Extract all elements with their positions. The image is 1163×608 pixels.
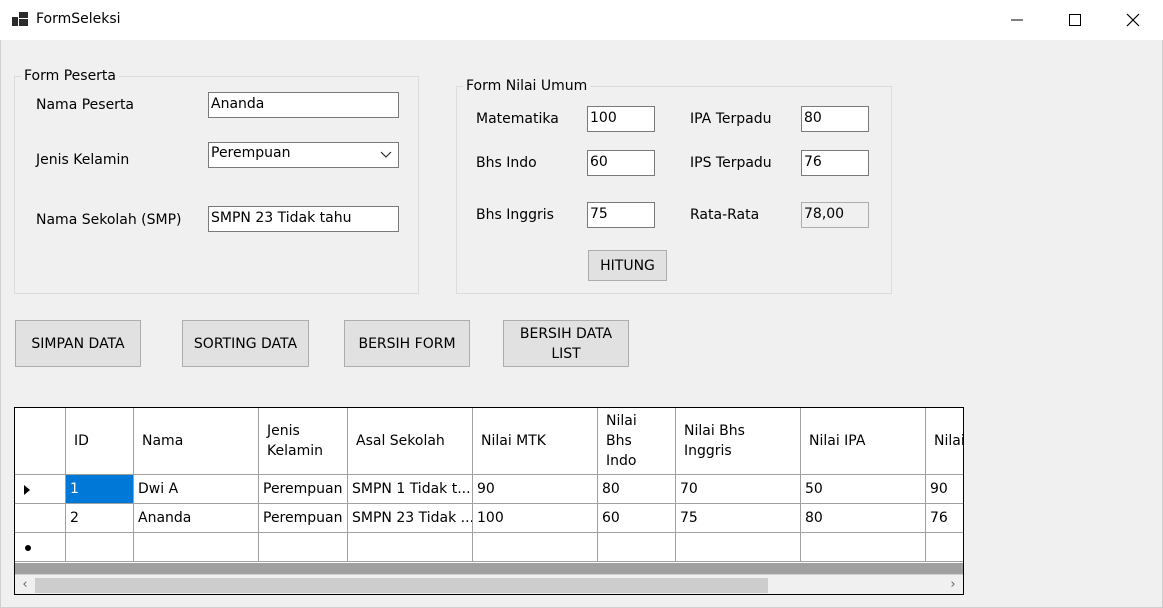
jenis-kelamin-value: Perempuan: [211, 145, 291, 161]
new-row-icon: [25, 545, 31, 551]
table-cell[interactable]: 80: [598, 475, 676, 504]
table-cell[interactable]: 75: [676, 504, 801, 533]
table-cell[interactable]: [801, 533, 926, 562]
bhs-indo-label: Bhs Indo: [476, 155, 537, 171]
matematika-label: Matematika: [476, 111, 559, 127]
table-cell[interactable]: [676, 533, 801, 562]
ips-terpadu-label: IPS Terpadu: [690, 155, 772, 171]
table-cell[interactable]: Ananda: [134, 504, 259, 533]
table-cell[interactable]: Perempuan: [259, 504, 348, 533]
bhs-inggris-input[interactable]: 75: [587, 202, 655, 228]
bhs-inggris-label: Bhs Inggris: [476, 207, 554, 223]
table-cell[interactable]: 90: [926, 475, 963, 504]
minimize-icon: [1011, 19, 1023, 21]
ips-terpadu-input[interactable]: 76: [801, 150, 869, 176]
table-cell[interactable]: 90: [473, 475, 598, 504]
data-grid[interactable]: ID Nama Jenis Kelamin Asal Sekolah Nilai…: [14, 407, 964, 595]
grid-corner-header: [15, 408, 66, 475]
bersih-form-button[interactable]: BERSIH FORM: [344, 320, 470, 367]
column-header-nama[interactable]: Nama: [134, 408, 259, 475]
column-header-nilai-ips[interactable]: Nilai: [926, 408, 963, 475]
chevron-down-icon: [380, 151, 392, 158]
scrollbar-thumb[interactable]: [35, 578, 768, 593]
column-header-nilai-bhs-inggris[interactable]: Nilai Bhs Inggris: [676, 408, 801, 475]
table-cell[interactable]: Dwi A: [134, 475, 259, 504]
nama-sekolah-input[interactable]: SMPN 23 Tidak tahu: [208, 206, 399, 232]
minimize-button[interactable]: [988, 0, 1046, 40]
table-cell[interactable]: [259, 533, 348, 562]
app-window-icon: [12, 12, 28, 26]
title-bar: FormSeleksi: [0, 0, 1163, 40]
bhs-indo-input[interactable]: 60: [587, 150, 655, 176]
table-cell[interactable]: 60: [598, 504, 676, 533]
close-icon: [1126, 13, 1140, 27]
table-cell[interactable]: [134, 533, 259, 562]
column-header-nilai-ipa[interactable]: Nilai IPA: [801, 408, 926, 475]
table-cell[interactable]: 2: [66, 504, 134, 533]
close-button[interactable]: [1104, 0, 1162, 40]
ipa-terpadu-input[interactable]: 80: [801, 106, 869, 132]
jenis-kelamin-select[interactable]: Perempuan: [208, 142, 399, 168]
hitung-button[interactable]: HITUNG: [588, 250, 667, 281]
table-cell[interactable]: Perempuan: [259, 475, 348, 504]
column-header-asal-sekolah[interactable]: Asal Sekolah: [348, 408, 473, 475]
nama-peserta-label: Nama Peserta: [36, 97, 135, 113]
table-cell[interactable]: 1: [66, 475, 134, 504]
matematika-input[interactable]: 100: [587, 106, 655, 132]
simpan-data-button[interactable]: SIMPAN DATA: [15, 320, 141, 367]
row-header-new[interactable]: [15, 533, 66, 562]
table-cell[interactable]: [926, 533, 963, 562]
nama-sekolah-label: Nama Sekolah (SMP): [36, 212, 182, 228]
nama-peserta-input[interactable]: Ananda: [208, 92, 399, 118]
column-header-id[interactable]: ID: [66, 408, 134, 475]
sorting-data-button[interactable]: SORTING DATA: [182, 320, 309, 367]
table-cell[interactable]: 100: [473, 504, 598, 533]
table-cell[interactable]: [473, 533, 598, 562]
table-cell[interactable]: 50: [801, 475, 926, 504]
table-cell[interactable]: SMPN 23 Tidak ...: [348, 504, 473, 533]
grid-empty-area: [15, 563, 963, 574]
form-client-area: Form Peserta Nama Peserta Ananda Jenis K…: [0, 40, 1163, 608]
table-cell[interactable]: [66, 533, 134, 562]
row-header[interactable]: [15, 504, 66, 533]
chevron-right-icon[interactable]: ›: [945, 577, 961, 593]
ipa-terpadu-label: IPA Terpadu: [690, 111, 772, 127]
horizontal-scrollbar[interactable]: ‹ ›: [15, 574, 963, 594]
table-cell[interactable]: 70: [676, 475, 801, 504]
form-nilai-title: Form Nilai Umum: [463, 78, 591, 94]
window-title: FormSeleksi: [36, 11, 121, 27]
column-header-jenis-kelamin[interactable]: Jenis Kelamin: [259, 408, 348, 475]
table-cell[interactable]: [348, 533, 473, 562]
bersih-data-list-button[interactable]: BERSIH DATA LIST: [503, 320, 629, 367]
column-header-nilai-bhs-indo[interactable]: Nilai Bhs Indo: [598, 408, 676, 475]
table-cell[interactable]: SMPN 1 Tidak t...: [348, 475, 473, 504]
form-peserta-title: Form Peserta: [21, 68, 120, 84]
rata-rata-label: Rata-Rata: [690, 207, 760, 223]
row-pointer-icon: [24, 485, 30, 495]
rata-rata-output: 78,00: [801, 202, 869, 228]
maximize-icon: [1069, 14, 1081, 26]
jenis-kelamin-label: Jenis Kelamin: [36, 152, 130, 168]
table-cell[interactable]: 80: [801, 504, 926, 533]
row-header[interactable]: [15, 475, 66, 504]
table-cell[interactable]: [598, 533, 676, 562]
table-cell[interactable]: 76: [926, 504, 963, 533]
chevron-left-icon[interactable]: ‹: [17, 577, 33, 593]
maximize-button[interactable]: [1046, 0, 1104, 40]
column-header-nilai-mtk[interactable]: Nilai MTK: [473, 408, 598, 475]
